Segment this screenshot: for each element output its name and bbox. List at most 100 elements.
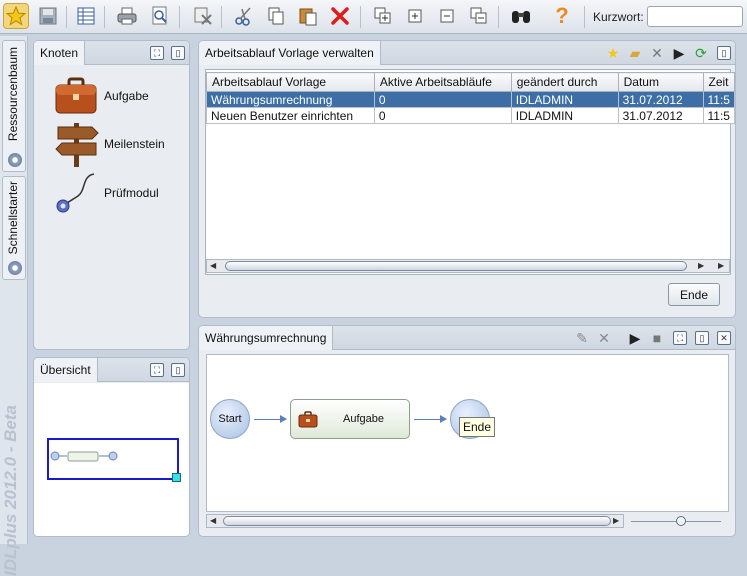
cell-datum: 31.07.2012 <box>617 107 704 124</box>
cell-geaendert: IDLADMIN <box>510 91 619 108</box>
gear-icon <box>8 261 22 275</box>
close-icon[interactable]: ✕ <box>717 331 731 345</box>
panel-tab: Knoten <box>34 41 86 65</box>
scroll-thumb[interactable] <box>225 261 687 271</box>
scroll-right-arrow-icon[interactable]: ▶ <box>698 261 704 270</box>
delete-icon[interactable]: ✕ <box>596 330 612 346</box>
uebersicht-panel: Übersicht ⛶ ▯ <box>33 357 190 537</box>
briefcase-icon <box>298 411 318 428</box>
favorites-star-icon[interactable] <box>3 3 29 29</box>
maximize-icon[interactable]: ⛶ <box>673 331 687 345</box>
node-label: Prüfmodul <box>104 186 159 200</box>
save-icon[interactable]: ■ <box>649 330 665 346</box>
expand-node-icon[interactable] <box>402 3 428 29</box>
toolbar-separator <box>221 6 222 28</box>
workflow-table: Arbeitsablauf Vorlage Aktive Arbeitsablä… <box>206 72 735 124</box>
delete-x-icon[interactable] <box>327 3 353 29</box>
knoten-panel: Knoten ⛶ ▯ Aufgabe Meilenstein Prüfmodul <box>33 40 190 350</box>
end-tooltip: Ende <box>459 417 496 437</box>
run-play-icon[interactable]: ▶ <box>627 330 643 346</box>
collapse-all-icon[interactable] <box>466 3 492 29</box>
task-label: Aufgabe <box>343 413 384 425</box>
toolbar-separator <box>360 6 361 28</box>
diagram-horizontal-scrollbar[interactable]: ◀ ▶ <box>206 514 624 528</box>
column-header[interactable]: Zeit <box>702 72 735 92</box>
main-toolbar: ? Kurzwort: <box>0 0 747 34</box>
minimize-panel-icon[interactable]: ▯ <box>717 46 731 60</box>
printer-icon[interactable] <box>114 3 140 29</box>
scroll-right-arrow-icon[interactable]: ▶ <box>718 261 724 270</box>
paste-icon[interactable] <box>295 3 321 29</box>
minimize-panel-icon[interactable]: ▯ <box>171 363 185 377</box>
table-row[interactable]: Neuen Benutzer einrichten 0 IDLADMIN 31.… <box>206 107 735 124</box>
node-pruefmodul[interactable]: Prüfmodul <box>54 170 159 216</box>
toolbar-separator <box>498 6 499 28</box>
column-header[interactable]: Aktive Arbeitsabläufe <box>373 72 512 92</box>
cell-aktive: 0 <box>373 91 512 108</box>
table-header-row: Arbeitsablauf Vorlage Aktive Arbeitsablä… <box>206 72 735 92</box>
cell-zeit: 11:5 <box>702 91 735 108</box>
column-header[interactable]: Arbeitsablauf Vorlage <box>206 72 375 92</box>
zoom-slider-handle[interactable] <box>676 516 686 526</box>
cell-vorlage: Neuen Benutzer einrichten <box>206 107 375 124</box>
column-header[interactable]: Datum <box>617 72 704 92</box>
copy-icon[interactable] <box>263 3 289 29</box>
version-watermark: IDLplus 2012.0 - Beta <box>1 404 20 576</box>
sequence-flow-arrow[interactable] <box>254 415 287 423</box>
open-folder-icon[interactable]: ▰ <box>627 45 643 61</box>
panel-header: Knoten ⛶ ▯ <box>34 41 189 65</box>
panel-tab: Übersicht <box>34 358 98 382</box>
cell-vorlage: Währungsumrechnung <box>206 91 375 108</box>
workflow-templates-panel: Arbeitsablauf Vorlage verwalten ★ ▰ ✕ ▶ … <box>198 40 736 318</box>
tab-schnellstarter[interactable]: Schnellstarter <box>2 176 26 280</box>
search-input[interactable] <box>647 6 743 27</box>
help-question-icon[interactable]: ? <box>549 3 575 29</box>
briefcase-icon <box>55 77 97 114</box>
cell-datum: 31.07.2012 <box>617 91 704 108</box>
tab-label: Ressourcenbaum <box>6 47 20 142</box>
cut-scissors-icon[interactable] <box>231 3 257 29</box>
viewport-resize-handle[interactable] <box>172 473 181 482</box>
table-row[interactable]: Währungsumrechnung 0 IDLADMIN 31.07.2012… <box>206 91 735 108</box>
column-filter-icon[interactable] <box>190 3 216 29</box>
minimize-panel-icon[interactable]: ▯ <box>171 46 185 60</box>
scroll-thumb[interactable] <box>223 516 611 526</box>
scroll-right-arrow-icon[interactable]: ▶ <box>613 516 619 525</box>
collapse-node-icon[interactable] <box>434 3 460 29</box>
tab-ressourcenbaum[interactable]: Ressourcenbaum <box>2 40 26 172</box>
side-tab-strip: Ressourcenbaum Schnellstarter IDLplus 20… <box>0 36 28 576</box>
panel-header: Arbeitsablauf Vorlage verwalten ★ ▰ ✕ ▶ … <box>199 41 735 65</box>
table-grid-icon[interactable] <box>73 3 99 29</box>
maximize-icon[interactable]: ⛶ <box>150 363 164 377</box>
print-preview-icon[interactable] <box>147 3 173 29</box>
start-label: Start <box>218 413 242 425</box>
binoculars-search-icon[interactable] <box>508 3 534 29</box>
panel-tab: Arbeitsablauf Vorlage verwalten <box>199 41 381 65</box>
panel-tab: Währungsumrechnung <box>199 326 334 350</box>
stethoscope-icon <box>56 173 95 213</box>
scroll-left-arrow-icon[interactable]: ◀ <box>210 516 216 525</box>
run-play-icon[interactable]: ▶ <box>671 45 687 61</box>
overview-viewport[interactable] <box>47 438 179 480</box>
panel-header: Währungsumrechnung ✎ ✕ ▶ ■ ⛶ ▯ ✕ <box>199 326 735 350</box>
star-favorite-icon[interactable]: ★ <box>605 45 621 61</box>
column-header[interactable]: geändert durch <box>510 72 619 92</box>
minimize-panel-icon[interactable]: ▯ <box>695 331 709 345</box>
task-aufgabe[interactable]: Aufgabe <box>290 399 410 439</box>
node-meilenstein[interactable]: Meilenstein <box>54 121 165 167</box>
node-aufgabe[interactable]: Aufgabe <box>54 73 149 119</box>
gear-icon <box>8 153 22 167</box>
maximize-icon[interactable]: ⛶ <box>150 46 164 60</box>
start-event[interactable]: Start <box>210 399 250 439</box>
scroll-left-arrow-icon[interactable]: ◀ <box>210 261 216 270</box>
ende-button[interactable]: Ende <box>668 283 720 306</box>
edit-pencil-icon[interactable]: ✎ <box>574 330 590 346</box>
overview-diagram-thumbnail <box>50 451 118 462</box>
table-horizontal-scrollbar[interactable]: ◀ ▶ ▶ <box>206 259 730 273</box>
expand-all-icon[interactable] <box>370 3 396 29</box>
delete-icon[interactable]: ✕ <box>649 45 665 61</box>
toolbar-separator <box>66 6 67 28</box>
sequence-flow-arrow[interactable] <box>414 415 447 423</box>
save-disk-icon[interactable] <box>35 3 61 29</box>
refresh-icon[interactable]: ⟳ <box>693 45 709 61</box>
